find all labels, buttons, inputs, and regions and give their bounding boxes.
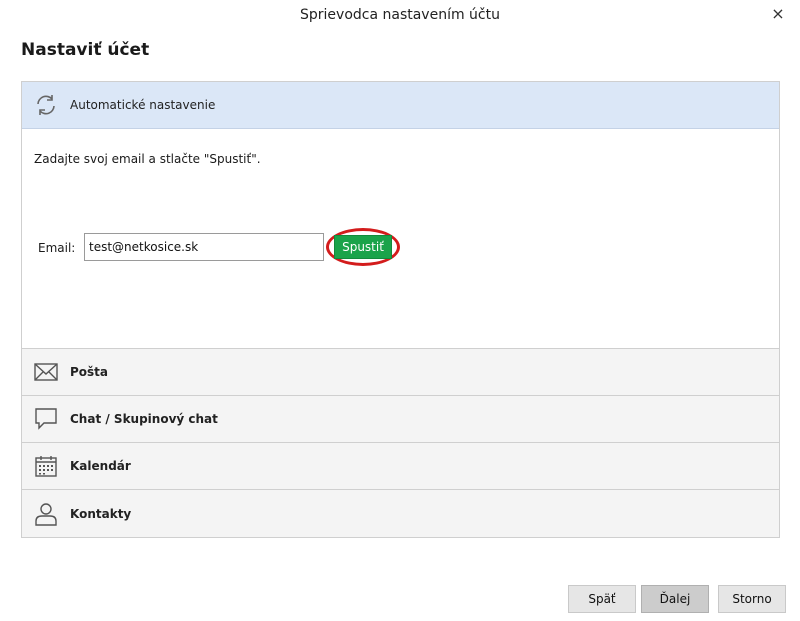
envelope-icon [22, 362, 70, 382]
calendar-icon [22, 455, 70, 477]
refresh-icon [22, 94, 70, 116]
section-label-mail: Pošta [70, 365, 109, 379]
section-mail[interactable]: Pošta [22, 349, 779, 396]
cancel-button[interactable]: Storno [718, 585, 786, 613]
email-label: Email: [38, 241, 76, 255]
next-button[interactable]: Ďalej [641, 585, 709, 613]
section-chat[interactable]: Chat / Skupinový chat [22, 396, 779, 443]
email-field[interactable] [84, 233, 324, 261]
run-button[interactable]: Spustiť [334, 235, 392, 259]
highlight-ellipse: Spustiť [326, 228, 400, 266]
section-label-contacts: Kontakty [70, 506, 132, 521]
section-auto-setup[interactable]: Automatické nastavenie [22, 82, 779, 129]
section-calendar[interactable]: Kalendár [22, 443, 779, 490]
chat-bubble-icon [22, 407, 70, 431]
close-icon[interactable]: × [768, 4, 788, 24]
section-label-auto-setup: Automatické nastavenie [70, 98, 216, 112]
window-title: Sprievodca nastavením účtu [300, 7, 500, 23]
auto-setup-body: Zadajte svoj email a stlačte "Spustiť". … [22, 129, 779, 349]
person-icon [22, 502, 70, 526]
section-label-chat: Chat / Skupinový chat [70, 412, 218, 426]
page-title: Nastaviť účet [21, 40, 150, 60]
section-contacts[interactable]: Kontakty [22, 490, 779, 537]
setup-panel: Automatické nastavenie Zadajte svoj emai… [21, 81, 780, 538]
section-label-calendar: Kalendár [70, 459, 131, 473]
title-bar: Sprievodca nastavením účtu × [0, 0, 800, 30]
instruction-text: Zadajte svoj email a stlačte "Spustiť". [34, 152, 261, 166]
back-button[interactable]: Späť [568, 585, 636, 613]
